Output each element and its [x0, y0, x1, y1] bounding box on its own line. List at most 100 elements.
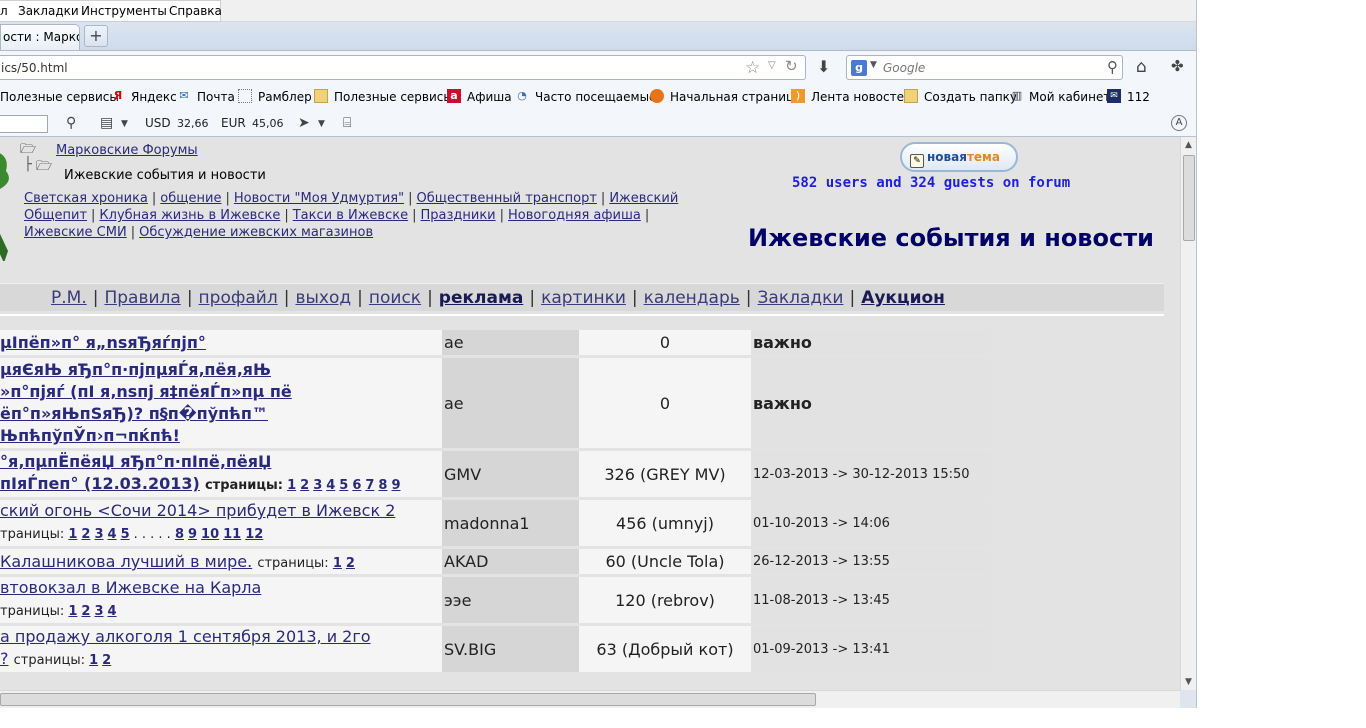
category-link[interactable]: общение: [160, 191, 221, 206]
send-icon[interactable]: ➤: [298, 115, 310, 131]
topic-link[interactable]: а продажу алкоголя 1 сентября 2013, и 2г…: [0, 627, 371, 646]
page-link[interactable]: 2: [102, 653, 111, 668]
url-bar[interactable]: ics/50.html ☆ ▽ ↻: [0, 55, 806, 80]
bookmark-frequent[interactable]: Часто посещаемые: [535, 90, 656, 104]
new-tab-button[interactable]: +: [84, 25, 108, 47]
google-icon[interactable]: g: [851, 60, 867, 76]
accessibility-icon[interactable]: A: [1171, 115, 1187, 131]
topic-link[interactable]: µІпёп»п° я„nsяЂяѓпјп°: [0, 333, 206, 352]
reload-icon[interactable]: ↻: [785, 57, 798, 75]
category-link[interactable]: Светская хроника: [24, 191, 148, 206]
horizontal-scrollbar[interactable]: [0, 690, 1180, 708]
nav-search[interactable]: поиск: [369, 288, 421, 308]
addon-icon[interactable]: ✤: [1171, 57, 1184, 75]
category-link[interactable]: Новогодняя афиша: [508, 208, 641, 223]
page-link[interactable]: 1: [333, 556, 342, 571]
nav-rules[interactable]: Правила: [104, 288, 180, 308]
breadcrumb-root[interactable]: Марковские Форумы: [56, 143, 198, 158]
vertical-scroll-thumb[interactable]: [1183, 155, 1195, 241]
category-link[interactable]: Обсуждение ижевских магазинов: [139, 225, 373, 240]
topic-link-tail[interactable]: ?: [0, 649, 9, 668]
search-icon[interactable]: ⚲: [1107, 58, 1118, 76]
page-link[interactable]: 2: [81, 604, 90, 619]
topic-link[interactable]: втовокзал в Ижевске на Карла: [0, 578, 261, 597]
dropdown-arrow-icon[interactable]: ▽: [768, 60, 776, 71]
home-icon[interactable]: ⌂: [1136, 57, 1147, 77]
page-link[interactable]: 12: [245, 527, 263, 542]
menu-item-view[interactable]: л: [0, 4, 8, 18]
document-icon[interactable]: ▤: [100, 115, 113, 131]
bank-icon[interactable]: ⌸: [343, 115, 351, 131]
page-link[interactable]: 6: [352, 478, 361, 493]
bookmark-afisha[interactable]: Афиша: [467, 90, 512, 104]
bookmark-start-page[interactable]: Начальная страница: [670, 90, 802, 104]
page-link[interactable]: 1: [68, 527, 77, 542]
bookmark-folder-useful[interactable]: Полезные сервисы: [334, 90, 453, 104]
new-topic-button[interactable]: ✎ новаятема: [900, 142, 1018, 172]
topic-link[interactable]: Калашникова лучший в мире.: [0, 552, 252, 571]
menu-item-help[interactable]: Справка: [169, 4, 222, 18]
page-link[interactable]: 8: [175, 527, 184, 542]
menu-item-tools[interactable]: Инструменты: [81, 4, 167, 18]
bookmark-rambler[interactable]: Рамблер: [258, 90, 312, 104]
page-link[interactable]: 1: [89, 653, 98, 668]
vertical-scrollbar[interactable]: ▲ ▼: [1180, 137, 1196, 690]
star-icon[interactable]: ☆: [745, 58, 760, 78]
download-icon[interactable]: ⬇: [817, 57, 830, 76]
page-link[interactable]: 9: [188, 527, 197, 542]
new-topic-icon: ✎: [910, 154, 924, 168]
page-link[interactable]: 5: [339, 478, 348, 493]
page-link[interactable]: 9: [391, 478, 400, 493]
category-link[interactable]: Праздники: [420, 208, 495, 223]
bookmark-news-feed[interactable]: Лента новостей: [811, 90, 912, 104]
page-link[interactable]: 3: [313, 478, 322, 493]
nav-profile[interactable]: профайл: [199, 288, 278, 308]
category-link[interactable]: Такси в Ижевске: [293, 208, 408, 223]
page-link[interactable]: 5: [121, 527, 130, 542]
nav-pictures[interactable]: картинки: [541, 288, 626, 308]
nav-ads[interactable]: реклама: [439, 288, 524, 308]
page-link[interactable]: 4: [108, 604, 117, 619]
bookmark-112[interactable]: 112: [1127, 90, 1150, 104]
page-link[interactable]: 11: [223, 527, 241, 542]
nav-logout[interactable]: выход: [295, 288, 351, 308]
page-link[interactable]: 2: [300, 478, 309, 493]
scroll-up-icon[interactable]: ▲: [1185, 140, 1192, 150]
page-link[interactable]: 1: [287, 478, 296, 493]
nav-calendar[interactable]: календарь: [644, 288, 740, 308]
scroll-down-icon[interactable]: ▼: [1185, 677, 1192, 687]
page-link[interactable]: 1: [68, 604, 77, 619]
horizontal-scroll-thumb[interactable]: [0, 693, 816, 706]
category-link[interactable]: Клубная жизнь в Ижевске: [99, 208, 280, 223]
addon-search-input[interactable]: [0, 115, 48, 133]
topic-link[interactable]: ский огонь <Сочи 2014> прибудет в Ижевск…: [0, 501, 395, 520]
page-link[interactable]: 3: [94, 527, 103, 542]
menu-item-bookmarks[interactable]: Закладки: [18, 4, 79, 18]
magnifier-icon[interactable]: ⚲: [66, 115, 76, 131]
search-engine-caret-icon[interactable]: ▼: [870, 60, 877, 70]
send-caret-icon[interactable]: ▼: [318, 119, 325, 129]
page-link[interactable]: 8: [378, 478, 387, 493]
bookmark-my-cabinet[interactable]: Мой кабинет: [1029, 90, 1110, 104]
bookmark-mail[interactable]: Почта: [197, 90, 235, 104]
page-link[interactable]: 3: [94, 604, 103, 619]
search-bar[interactable]: g ▼ Google ⚲: [846, 55, 1123, 80]
category-link[interactable]: Общественный транспорт: [416, 191, 596, 206]
tab-active[interactable]: ости : Марко...: [0, 24, 80, 50]
page-link[interactable]: 2: [81, 527, 90, 542]
page-link[interactable]: 10: [201, 527, 219, 542]
bookmark-yandex[interactable]: Яндекс: [131, 90, 177, 104]
page-link[interactable]: 4: [326, 478, 335, 493]
nav-rm[interactable]: Р.М.: [51, 288, 87, 308]
category-link[interactable]: Новости "Моя Удмуртия": [234, 191, 404, 206]
page-link[interactable]: 7: [365, 478, 374, 493]
nav-bookmarks[interactable]: Закладки: [758, 288, 844, 308]
topic-link[interactable]: µяЄяЊ яЂп°п·пјпµяЃя‚пёя‚яЊ »п°пјяѓ (пІ я‚…: [0, 360, 292, 445]
document-caret-icon[interactable]: ▼: [121, 119, 128, 129]
page-link[interactable]: 4: [108, 527, 117, 542]
page-link[interactable]: 2: [346, 556, 355, 571]
bookmark-useful-services[interactable]: Полезные сервисы: [0, 90, 119, 104]
nav-auction[interactable]: Аукцион: [861, 288, 945, 308]
bookmark-create-folder[interactable]: Создать папку: [924, 90, 1017, 104]
category-link[interactable]: Ижевские СМИ: [24, 225, 127, 240]
